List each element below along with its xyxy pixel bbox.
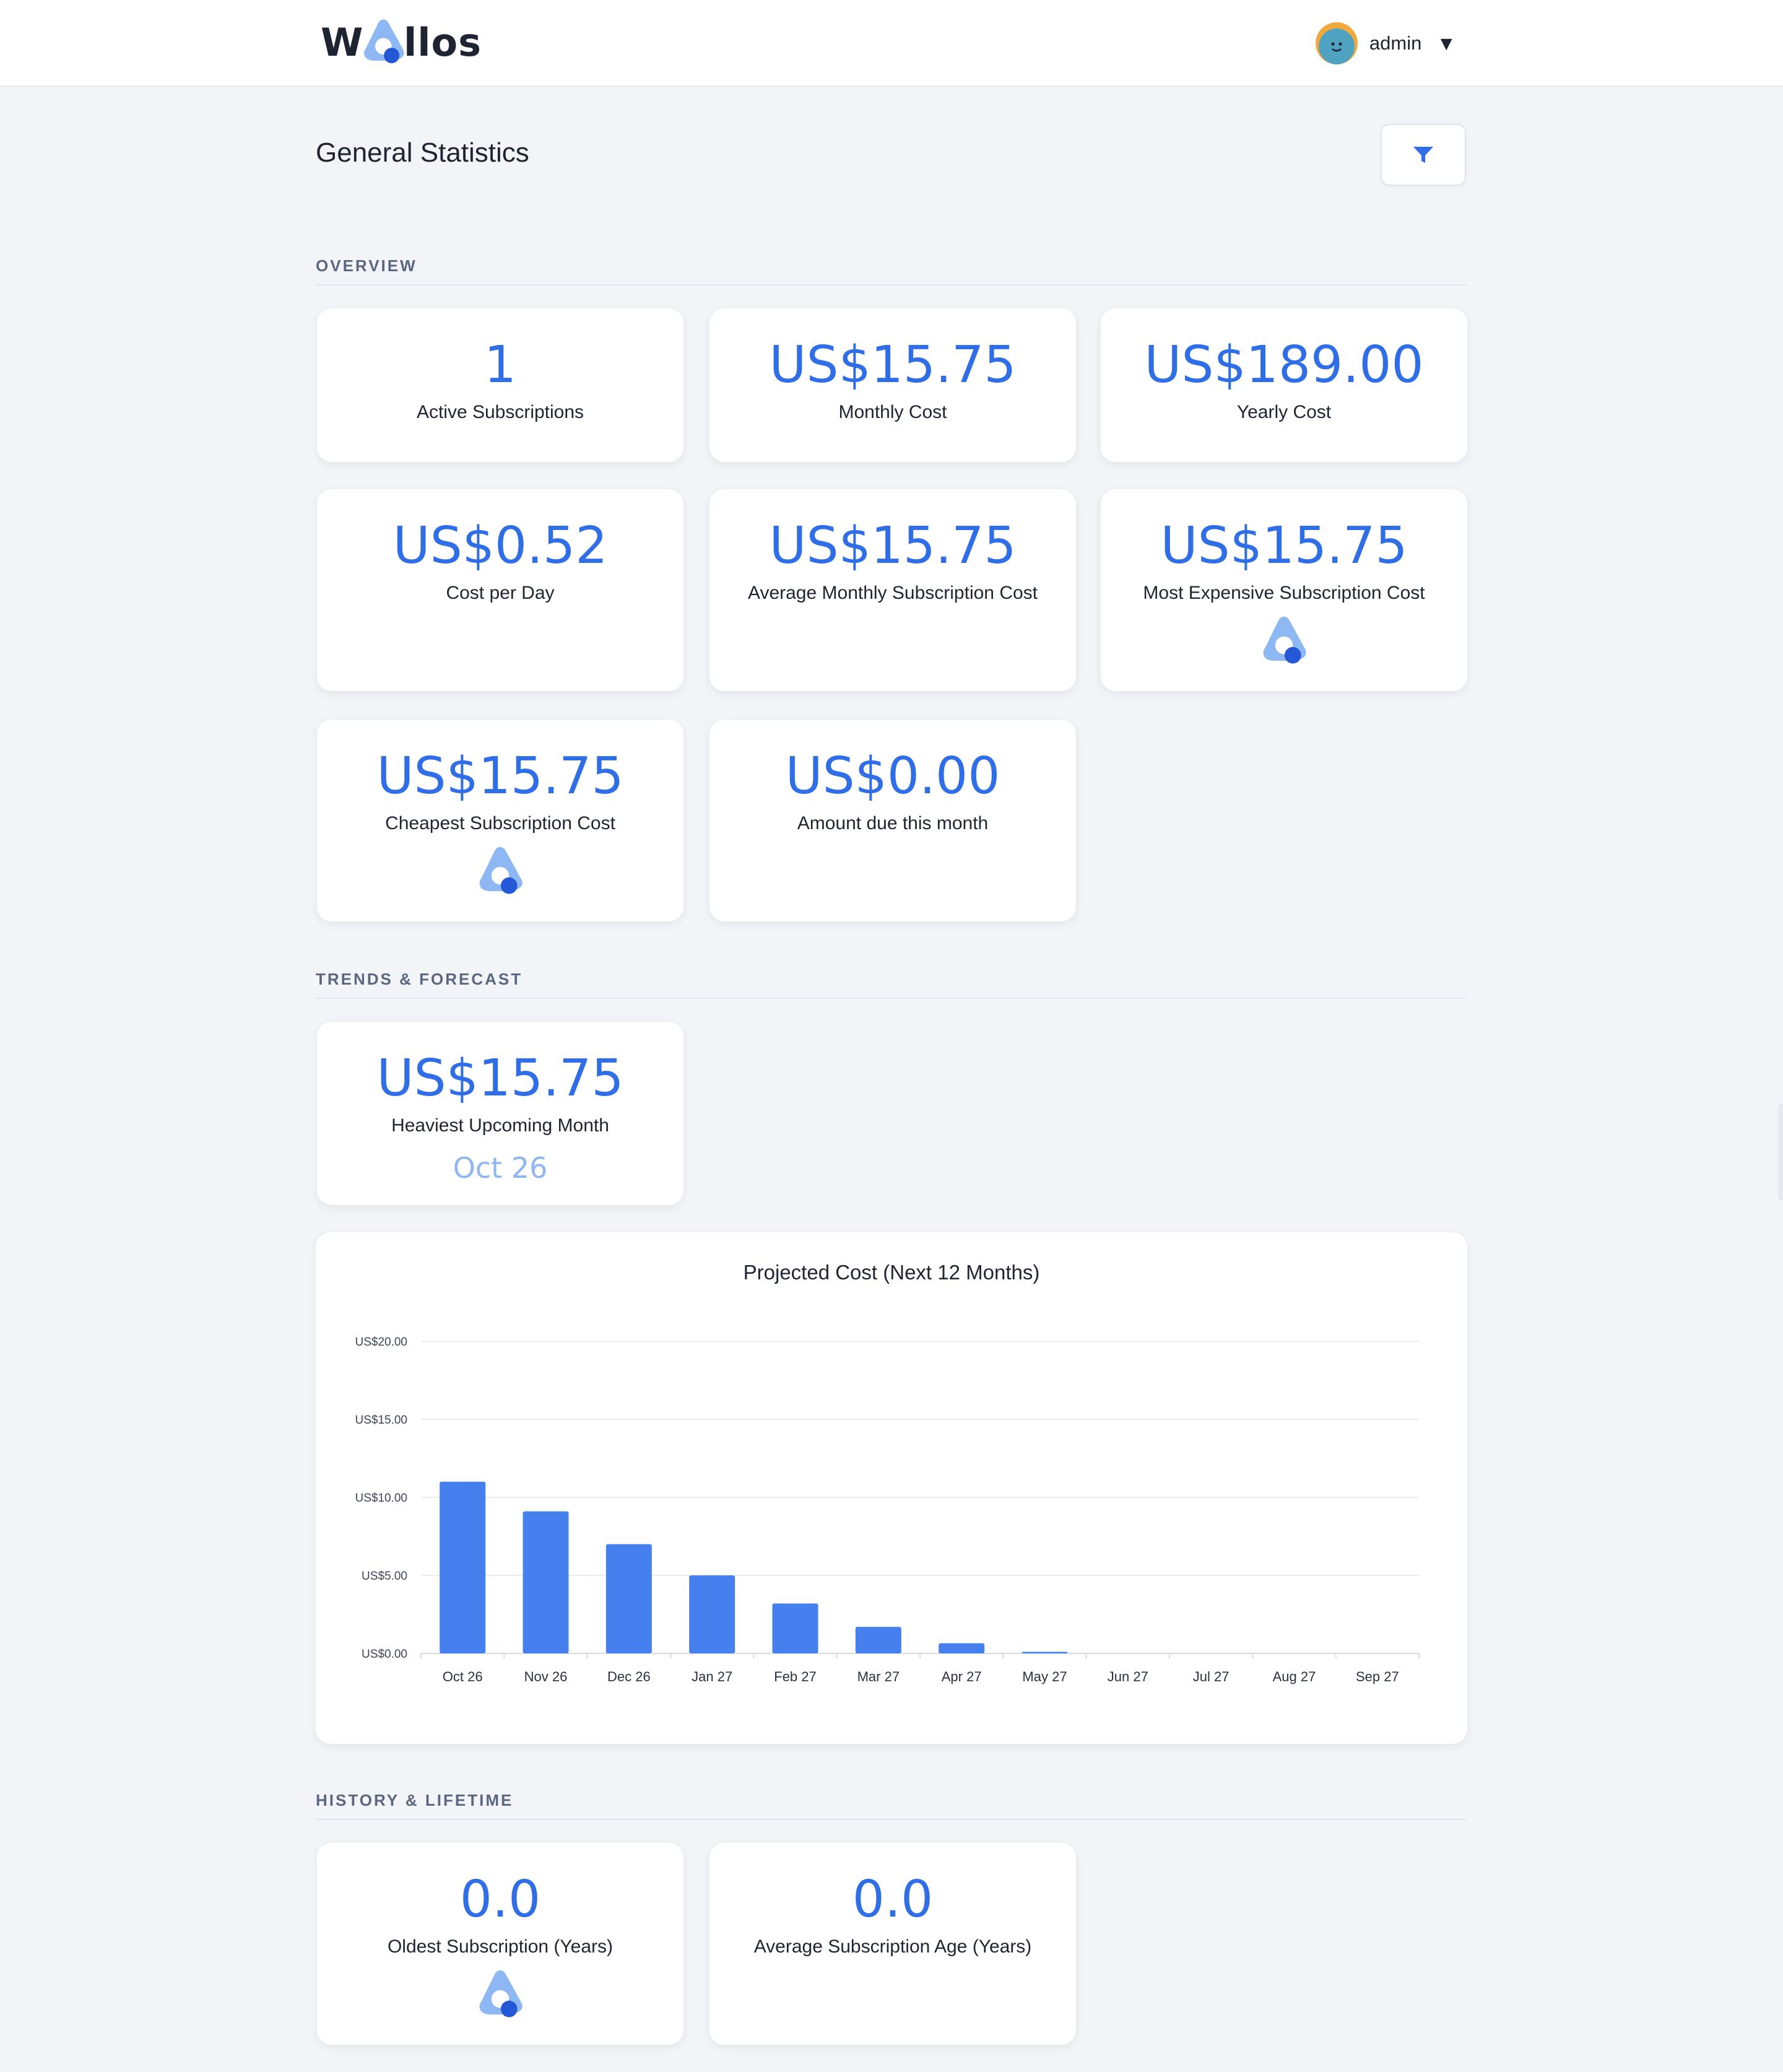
projected-cost-chart: Projected Cost (Next 12 Months) US$0.00 U… <box>316 1232 1467 1744</box>
y-tick-label: US$10.00 <box>355 1492 407 1505</box>
y-tick-label: US$20.00 <box>355 1336 407 1349</box>
bar <box>939 1643 985 1653</box>
page-title: General Statistics <box>316 137 529 168</box>
x-tick-label: Aug 27 <box>1273 1669 1316 1684</box>
wallos-logo-icon <box>1263 616 1306 664</box>
stat-card-average-age: 0.0 Average Subscription Age (Years) <box>709 1843 1076 2045</box>
user-menu[interactable]: admin ▼ <box>1315 21 1456 66</box>
stat-label: Monthly Cost <box>838 402 947 422</box>
x-tick-label: Mar 27 <box>857 1669 900 1684</box>
avatar <box>1315 22 1358 64</box>
stat-card-active-subscriptions: 1 Active Subscriptions <box>317 308 683 462</box>
stat-label: Amount due this month <box>797 813 989 834</box>
stat-label: Most Expensive Subscription Cost <box>1143 583 1425 603</box>
side-panel-handle[interactable] <box>1778 1102 1783 1201</box>
bar <box>689 1575 735 1653</box>
stat-value: US$15.75 <box>769 336 1017 394</box>
stat-card-yearly-cost: US$189.00 Yearly Cost <box>1101 308 1467 462</box>
stat-card-monthly-cost: US$15.75 Monthly Cost <box>709 308 1076 462</box>
stat-value: US$15.75 <box>769 516 1017 575</box>
stat-label: Active Subscriptions <box>416 402 584 422</box>
chevron-down-icon[interactable]: ▼ <box>1436 32 1456 55</box>
stat-value: US$0.52 <box>393 516 608 575</box>
stat-card-amount-due: US$0.00 Amount due this month <box>709 720 1076 921</box>
chart-canvas: US$0.00 US$5.00 US$10.00 US$15.00 US$20.00 Oc… <box>355 1336 1420 1684</box>
app-logo[interactable]: W llos <box>321 11 482 73</box>
stat-value: US$15.75 <box>376 747 624 806</box>
stat-card-oldest-subscription: 0.0 Oldest Subscription (Years) <box>317 1843 683 2045</box>
logo-text-left: W <box>321 19 364 65</box>
stat-value: US$15.75 <box>376 1049 624 1108</box>
stat-card-heaviest-month: US$15.75 Heaviest Upcoming Month Oct 26 <box>317 1022 683 1205</box>
stat-label: Yearly Cost <box>1236 402 1332 422</box>
stat-label: Oldest Subscription (Years) <box>387 1936 614 1957</box>
bar <box>523 1511 569 1653</box>
top-bar: W llos admin ▼ <box>0 0 1783 87</box>
wallos-logo-icon <box>479 1970 523 2018</box>
stat-card-most-expensive: US$15.75 Most Expensive Subscription Cos… <box>1101 489 1467 691</box>
stat-label: Average Subscription Age (Years) <box>753 1936 1032 1957</box>
stat-card-average-monthly-cost: US$15.75 Average Monthly Subscription Co… <box>709 489 1076 691</box>
stat-card-cheapest: US$15.75 Cheapest Subscription Cost <box>317 720 683 921</box>
bar <box>772 1603 818 1653</box>
section-history: HISTORY & LIFETIME <box>316 1791 1467 1820</box>
bar <box>605 1544 652 1653</box>
stat-value: US$15.75 <box>1160 516 1408 575</box>
y-tick-label: US$5.00 <box>362 1570 407 1583</box>
stat-value: US$189.00 <box>1144 336 1424 394</box>
x-tick-label: Feb 27 <box>774 1669 817 1684</box>
x-tick-label: Jun 27 <box>1108 1669 1148 1684</box>
y-tick-label: US$15.00 <box>355 1414 407 1427</box>
x-tick-label: Nov 26 <box>524 1669 568 1684</box>
x-tick-label: Sep 27 <box>1356 1669 1399 1684</box>
x-tick-label: Jan 27 <box>692 1669 732 1684</box>
wallos-logo-icon <box>364 19 404 64</box>
stat-label: Cost per Day <box>446 583 555 603</box>
stat-label: Average Monthly Subscription Cost <box>747 583 1038 603</box>
wallos-logo-icon <box>479 847 523 894</box>
y-tick-label: US$0.00 <box>362 1648 407 1661</box>
stat-label: Cheapest Subscription Cost <box>385 813 615 834</box>
stat-value: 1 <box>484 336 517 394</box>
x-tick-label: May 27 <box>1022 1669 1067 1684</box>
bar <box>1022 1652 1068 1653</box>
logo-text-right: llos <box>403 19 482 65</box>
username: admin <box>1369 32 1422 54</box>
filter-icon <box>1413 147 1433 163</box>
stat-card-cost-per-day: US$0.52 Cost per Day <box>317 489 683 691</box>
bar <box>855 1627 901 1653</box>
filter-button[interactable] <box>1381 124 1466 186</box>
stat-label: Heaviest Upcoming Month <box>391 1115 609 1136</box>
x-tick-label: Oct 26 <box>443 1669 483 1684</box>
stat-value: US$0.00 <box>785 747 1000 806</box>
x-tick-label: Apr 27 <box>942 1669 982 1684</box>
section-overview: OVERVIEW <box>316 256 1467 285</box>
x-tick-label: Dec 26 <box>607 1669 651 1684</box>
section-trends: TRENDS & FORECAST <box>316 970 1467 999</box>
bar <box>440 1481 486 1653</box>
stat-value: 0.0 <box>459 1870 541 1929</box>
stat-sub-month: Oct 26 <box>453 1151 548 1185</box>
stat-value: 0.0 <box>852 1870 934 1929</box>
x-tick-label: Jul 27 <box>1193 1669 1230 1684</box>
